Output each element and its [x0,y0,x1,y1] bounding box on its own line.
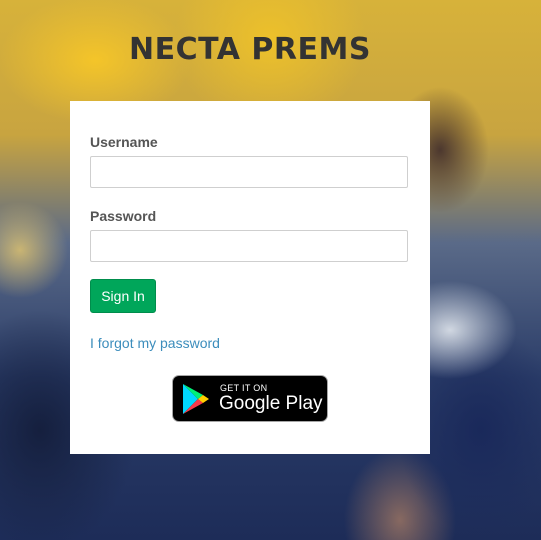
badge-main-text: Google Play [219,393,323,414]
forgot-password-link[interactable]: I forgot my password [90,335,220,351]
badge-top-text: GET IT ON [220,383,268,393]
login-card: Username Password Sign In I forgot my pa… [70,101,430,454]
page-title: NECTA PREMS [129,32,371,67]
google-play-icon [183,384,209,414]
username-field[interactable] [90,156,408,188]
google-play-badge[interactable]: GET IT ON Google Play [172,375,328,422]
username-label: Username [90,134,158,150]
password-label: Password [90,208,157,224]
sign-in-button[interactable]: Sign In [90,279,156,313]
password-field[interactable] [90,230,408,262]
